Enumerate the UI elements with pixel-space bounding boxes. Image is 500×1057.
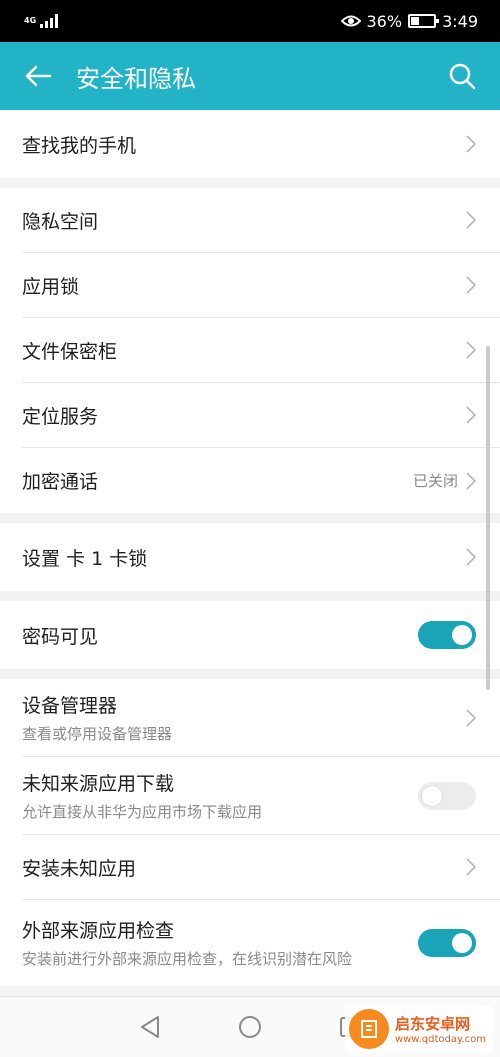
- status-bar: 4G 36% 3:49: [0, 0, 500, 42]
- chevron-right-icon: [466, 341, 476, 359]
- external-app-check-toggle[interactable]: [418, 929, 476, 957]
- nav-back-button[interactable]: [130, 1007, 170, 1047]
- setting-external-app-check[interactable]: 外部来源应用检查 安装前进行外部来源应用检查，在线识别潜在风险: [22, 900, 500, 986]
- setting-find-my-phone[interactable]: 查找我的手机: [22, 110, 500, 178]
- nav-home-button[interactable]: [230, 1007, 270, 1047]
- status-right: 36% 3:49: [340, 11, 478, 31]
- settings-group: 查找我的手机: [0, 110, 500, 178]
- arrow-left-icon: [25, 65, 52, 87]
- watermark-name: 启东安卓网: [394, 1015, 470, 1033]
- scrollbar[interactable]: [486, 346, 490, 690]
- triangle-back-icon: [141, 1016, 159, 1038]
- chevron-right-icon: [466, 211, 476, 229]
- setting-label: 定位服务: [22, 405, 99, 428]
- settings-group: 隐私空间 应用锁 文件保密柜 定位服务 加密通话 已关闭: [0, 188, 500, 513]
- setting-privacy-space[interactable]: 隐私空间: [22, 188, 500, 253]
- chevron-right-icon: [466, 471, 476, 490]
- chevron-right-icon: [466, 276, 476, 294]
- setting-label: 加密通话: [22, 471, 99, 493]
- settings-group: 设置 卡 1 卡锁: [0, 523, 500, 591]
- setting-value: 已关闭: [412, 472, 458, 490]
- back-button[interactable]: [0, 42, 76, 110]
- setting-encrypted-call[interactable]: 加密通话 已关闭: [22, 448, 500, 513]
- watermark-url: www.qdtoday.com: [394, 1034, 486, 1045]
- setting-sim-lock[interactable]: 设置 卡 1 卡锁: [22, 523, 500, 591]
- chevron-right-icon: [466, 708, 476, 727]
- search-icon: [449, 63, 476, 90]
- setting-password-visible[interactable]: 密码可见: [22, 601, 500, 669]
- setting-location-service[interactable]: 定位服务: [22, 383, 500, 448]
- setting-install-unknown-apps[interactable]: 安装未知应用: [22, 835, 500, 900]
- setting-unknown-sources[interactable]: 未知来源应用下载 允许直接从非华为应用市场下载应用: [22, 757, 500, 835]
- network-type: 4G: [24, 16, 37, 25]
- signal-icon: [40, 14, 59, 28]
- setting-device-admin[interactable]: 设备管理器 查看或停用设备管理器: [22, 679, 500, 757]
- setting-label: 外部来源应用检查: [22, 920, 175, 942]
- settings-group: 密码可见: [0, 601, 500, 669]
- setting-label: 设置 卡 1 卡锁: [22, 547, 148, 570]
- password-visible-toggle[interactable]: [418, 621, 476, 649]
- settings-list[interactable]: 查找我的手机 隐私空间 应用锁 文件保密柜 定位服务 加密通话 已关闭 设置 卡…: [0, 110, 500, 996]
- setting-label: 文件保密柜: [22, 340, 118, 363]
- setting-file-safe[interactable]: 文件保密柜: [22, 318, 500, 383]
- unknown-sources-toggle[interactable]: [418, 781, 476, 810]
- setting-app-lock[interactable]: 应用锁: [22, 253, 500, 318]
- battery-percent: 36%: [366, 11, 403, 31]
- chevron-right-icon: [466, 406, 476, 424]
- settings-group: 设备管理器 查看或停用设备管理器 未知来源应用下载 允许直接从非华为应用市场下载…: [0, 679, 500, 986]
- setting-label: 安装未知应用: [22, 857, 137, 880]
- eye-comfort-icon: [340, 15, 361, 27]
- circle-home-icon: [239, 1016, 261, 1038]
- page-title: 安全和隐私: [76, 64, 196, 93]
- battery-icon: [408, 14, 440, 28]
- setting-label: 应用锁: [22, 275, 80, 298]
- setting-label: 查找我的手机: [22, 134, 137, 157]
- setting-label: 密码可见: [22, 625, 99, 648]
- watermark: 启东安卓网 www.qdtoday.com: [344, 1005, 494, 1053]
- setting-label: 隐私空间: [22, 210, 99, 233]
- chevron-right-icon: [466, 858, 476, 876]
- setting-summary: 允许直接从非华为应用市场下载应用: [22, 802, 263, 821]
- watermark-logo-icon: [348, 1009, 389, 1049]
- setting-label: 未知来源应用下载: [22, 772, 175, 795]
- setting-label: 设备管理器: [22, 694, 118, 717]
- search-button[interactable]: [424, 42, 500, 110]
- clock: 3:49: [442, 11, 478, 31]
- chevron-right-icon: [466, 135, 476, 153]
- setting-summary: 查看或停用设备管理器: [22, 724, 173, 743]
- chevron-right-icon: [466, 548, 476, 566]
- signal-group: 4G: [24, 14, 59, 28]
- setting-summary: 安装前进行外部来源应用检查，在线识别潜在风险: [22, 950, 353, 968]
- app-bar: 安全和隐私: [0, 42, 500, 110]
